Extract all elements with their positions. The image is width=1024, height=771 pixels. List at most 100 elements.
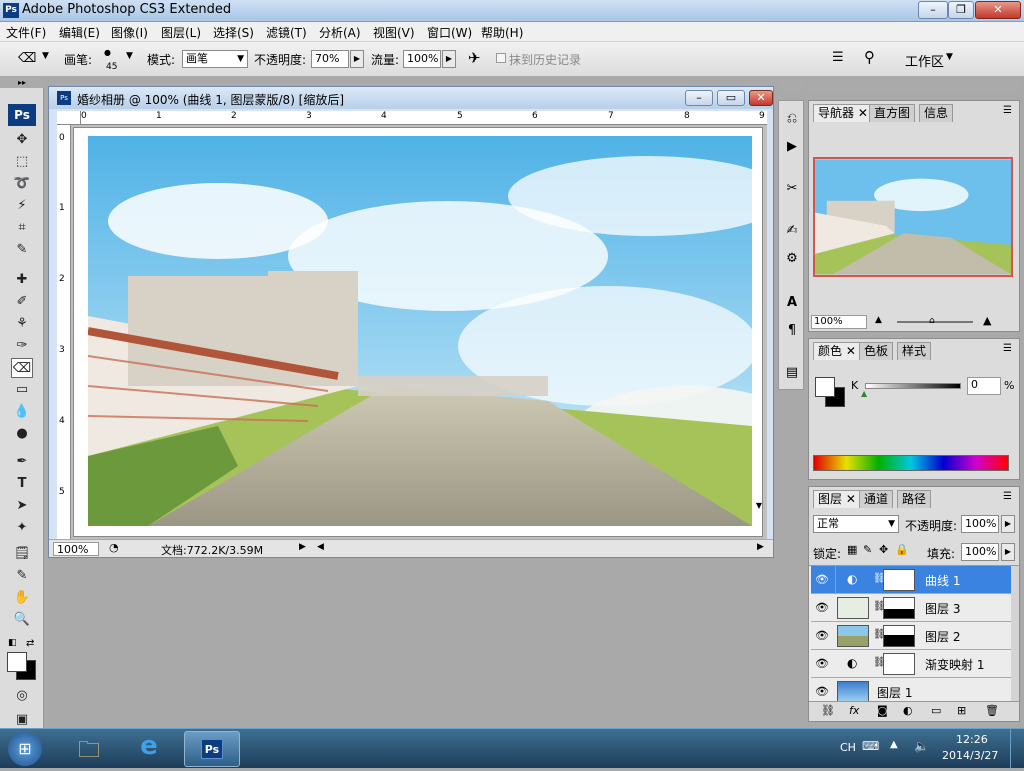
minimize-button[interactable]: – <box>918 1 948 19</box>
k-value-input[interactable]: 0 <box>967 377 1001 395</box>
brush-dropdown-icon[interactable]: ▼ <box>126 51 133 61</box>
tab-layers[interactable]: 图层 ✕ <box>813 490 861 508</box>
internet-explorer-icon[interactable]: e <box>132 731 166 765</box>
tab-histogram[interactable]: 直方图 <box>869 104 916 122</box>
zoom-slider-thumb-icon[interactable]: ⌂ <box>929 316 935 326</box>
status-menu-arrow-icon[interactable]: ▶ <box>299 542 306 552</box>
default-colors-icon[interactable]: ◧ <box>8 638 17 648</box>
tab-swatches[interactable]: 色板 <box>859 342 894 360</box>
tab-paths[interactable]: 路径 <box>897 490 932 508</box>
ps-tool-logo[interactable]: Ps <box>8 104 36 126</box>
tab-navigator[interactable]: 导航器 ✕ <box>813 104 873 122</box>
tray-expand-icon[interactable]: ▲ <box>890 739 898 750</box>
layer-row[interactable]: 👁 ⛓ 图层 2 <box>811 622 1011 650</box>
menu-help[interactable]: 帮助(H) <box>481 24 523 41</box>
dodge-tool-icon[interactable]: ● <box>11 424 33 444</box>
layer-mask-thumbnail[interactable] <box>883 569 915 591</box>
slice-tool-icon[interactable]: ✎ <box>11 240 33 260</box>
close-button[interactable]: ✕ <box>975 1 1021 19</box>
type-tool-icon[interactable]: T <box>11 474 33 494</box>
character-panel-icon[interactable]: A <box>782 293 802 313</box>
menu-filter[interactable]: 滤镜(T) <box>266 24 307 41</box>
tab-styles[interactable]: 样式 <box>897 342 932 360</box>
lock-image-icon[interactable]: ✎ <box>863 543 872 556</box>
palette-well-icon[interactable]: ☰ <box>832 50 844 65</box>
eye-icon[interactable]: 👁 <box>815 685 829 699</box>
layers-scrollbar[interactable] <box>1011 566 1019 702</box>
tab-info[interactable]: 信息 <box>919 104 954 122</box>
layer-thumbnail[interactable] <box>837 681 869 703</box>
color-fg-swatch[interactable] <box>815 377 835 397</box>
quick-mask-icon[interactable]: ◎ <box>11 686 33 706</box>
close-icon[interactable]: ✕ <box>846 492 856 506</box>
zoom-level-field[interactable]: 100% <box>53 542 99 556</box>
eye-icon[interactable]: 👁 <box>815 601 829 615</box>
eye-icon[interactable]: 👁 <box>815 573 829 587</box>
layer-comps-icon[interactable]: ▤ <box>782 363 802 383</box>
menu-window[interactable]: 窗口(W) <box>427 24 472 41</box>
canvas-page[interactable] <box>73 127 763 537</box>
layer-row[interactable]: 👁 ◐ ⛓ 渐变映射 1 <box>811 650 1011 678</box>
photoshop-taskbar-button[interactable]: Ps <box>184 731 240 767</box>
eye-icon[interactable]: 👁 <box>815 657 829 671</box>
menu-file[interactable]: 文件(F) <box>6 24 46 41</box>
shape-tool-icon[interactable]: ✦ <box>11 518 33 538</box>
maximize-button[interactable]: ❐ <box>948 1 974 19</box>
navigator-zoom-field[interactable]: 100% <box>811 315 867 329</box>
move-tool-icon[interactable]: ✥ <box>11 130 33 150</box>
scroll-right-icon[interactable]: ▶ <box>757 542 764 552</box>
pen-tool-icon[interactable]: ✒ <box>11 452 33 472</box>
flow-slider-button[interactable]: ▶ <box>442 50 456 68</box>
fill-slider-button[interactable]: ▶ <box>1001 543 1015 561</box>
ruler-origin[interactable] <box>57 111 81 125</box>
slider-thumb-icon[interactable]: ▲ <box>861 389 867 398</box>
opacity-input[interactable]: 70% <box>311 50 349 68</box>
workspace-chevron-icon[interactable]: ▼ <box>946 52 953 62</box>
panel-menu-icon[interactable]: ☰ <box>1003 343 1012 354</box>
flow-input[interactable]: 100% <box>403 50 441 68</box>
layer-row[interactable]: 👁 ⛓ 图层 3 <box>811 594 1011 622</box>
start-button[interactable]: ⊞ <box>8 732 42 766</box>
layer-mask-thumbnail[interactable] <box>883 653 915 675</box>
brush-dot-icon[interactable]: ● <box>104 48 111 57</box>
tab-channels[interactable]: 通道 <box>859 490 894 508</box>
airbrush-icon[interactable]: ✈ <box>468 49 481 67</box>
volume-icon[interactable]: 🔈 <box>914 739 929 753</box>
lock-all-icon[interactable]: 🔒 <box>895 543 909 556</box>
horizontal-ruler[interactable]: 0 1 2 3 4 5 6 7 8 9 <box>81 111 767 125</box>
canvas-photo[interactable] <box>88 136 752 526</box>
doc-maximize-button[interactable]: ▭ <box>717 90 745 106</box>
lasso-tool-icon[interactable]: ➰ <box>11 174 33 194</box>
menu-image[interactable]: 图像(I) <box>111 24 148 41</box>
zoom-out-icon[interactable]: ▲ <box>875 315 882 325</box>
close-icon[interactable]: ✕ <box>846 344 856 358</box>
link-layers-icon[interactable]: ⛓ <box>821 704 835 717</box>
marquee-tool-icon[interactable]: ⬚ <box>11 152 33 172</box>
opacity-slider-button[interactable]: ▶ <box>350 50 364 68</box>
history-brush-tool-icon[interactable]: ✑ <box>11 336 33 356</box>
eye-icon[interactable]: 👁 <box>815 629 829 643</box>
scroll-down-icon[interactable]: ▼ <box>753 501 765 513</box>
navigator-zoom-slider[interactable] <box>897 321 973 323</box>
layer-mask-thumbnail[interactable] <box>883 597 915 619</box>
tab-color[interactable]: 颜色 ✕ <box>813 342 861 360</box>
gradient-tool-icon[interactable]: ▭ <box>11 380 33 400</box>
status-icon[interactable]: ◔ <box>109 541 119 554</box>
hand-tool-icon[interactable]: ✋ <box>11 588 33 608</box>
actions-panel-icon[interactable]: ▶ <box>782 137 802 157</box>
clone-stamp-tool-icon[interactable]: ⚘ <box>11 314 33 334</box>
preset-dropdown-icon[interactable]: ▼ <box>42 51 49 61</box>
magic-wand-tool-icon[interactable]: ⚡ <box>11 196 33 216</box>
new-group-icon[interactable]: ▭ <box>931 704 941 717</box>
foreground-color-swatch[interactable] <box>7 652 27 672</box>
show-desktop-button[interactable] <box>1010 729 1024 769</box>
erase-history-checkbox[interactable] <box>496 53 506 63</box>
brushes-panel-icon[interactable]: ✍ <box>782 221 802 241</box>
screen-mode-icon[interactable]: ▣ <box>11 710 33 730</box>
new-layer-icon[interactable]: ⊞ <box>957 704 966 717</box>
bridge-icon[interactable]: ⚲ <box>864 48 875 66</box>
crop-tool-icon[interactable]: ⌗ <box>11 218 33 238</box>
healing-brush-tool-icon[interactable]: ✚ <box>11 270 33 290</box>
clock-date[interactable]: 2014/3/27 <box>942 749 998 762</box>
fill-input[interactable]: 100% <box>961 543 999 561</box>
